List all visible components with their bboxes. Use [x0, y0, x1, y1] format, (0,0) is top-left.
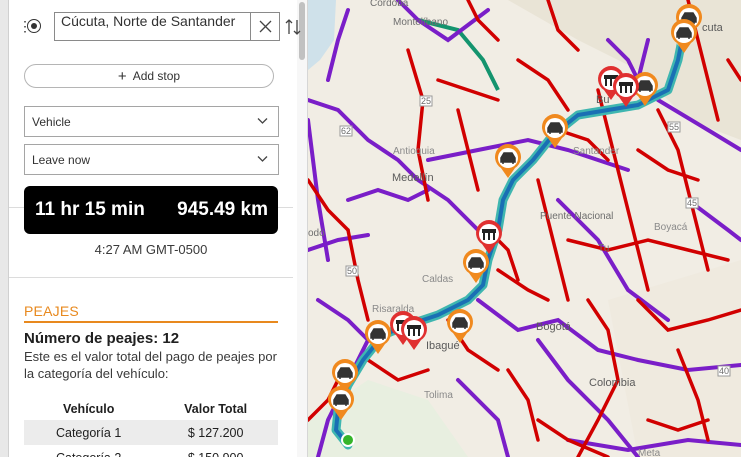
divider: [9, 277, 293, 278]
stop-input[interactable]: Cúcuta, Norte de Santander: [54, 12, 251, 41]
plus-icon: +: [117, 67, 127, 85]
table-header-row: Vehículo Valor Total: [24, 398, 278, 420]
departure-time-select[interactable]: Leave now: [24, 144, 279, 175]
tolls-table: Vehículo Valor Total Categoría 1 $ 127.2…: [24, 398, 278, 457]
clear-stop-button[interactable]: [250, 12, 280, 41]
toll-marker-layer: [328, 4, 702, 420]
stop-origin-icon: [27, 19, 41, 33]
drag-handle-icon[interactable]: ⋮: [18, 19, 32, 33]
reverse-stops-button[interactable]: [284, 17, 302, 37]
stop-row: ⋮ Cúcuta, Norte de Santander: [18, 10, 301, 42]
chevron-down-icon: [257, 156, 268, 162]
departure-select-value: Leave now: [32, 152, 91, 167]
toll-gate-marker[interactable]: [613, 73, 639, 107]
toll-car-marker[interactable]: [671, 19, 697, 53]
route-summary: 11 hr 15 min 945.49 km: [24, 186, 278, 234]
table-cell: Categoría 2: [24, 445, 153, 457]
toll-car-marker[interactable]: [365, 320, 391, 354]
table-row: Categoría 1 $ 127.200: [24, 420, 278, 445]
table-row: Categoría 2 $ 150.900: [24, 445, 278, 457]
map-view[interactable]: Montelíbano Antioquia Medellín Santander…: [308, 0, 741, 457]
vehicle-select[interactable]: Vehicle: [24, 106, 279, 137]
route-distance: 945.49 km: [177, 199, 268, 220]
toll-car-marker[interactable]: [542, 114, 568, 148]
close-icon: [259, 20, 271, 33]
toll-car-marker[interactable]: [328, 386, 354, 420]
add-stop-label: Add stop: [132, 69, 181, 83]
route-duration: 11 hr 15 min: [35, 199, 145, 220]
swap-arrows-icon: [285, 19, 301, 35]
toll-gate-marker[interactable]: [476, 220, 502, 254]
column-header-vehicle: Vehículo: [62, 402, 115, 416]
toll-car-marker[interactable]: [495, 144, 521, 178]
chevron-down-icon: [257, 118, 268, 124]
panel-edge: [0, 0, 9, 457]
panel-scrollbar-track[interactable]: [297, 0, 307, 457]
tolls-description: Este es el valor total del pago de peaje…: [24, 349, 277, 381]
vehicle-select-value: Vehicle: [32, 114, 71, 129]
section-underline: [24, 321, 278, 323]
add-stop-button[interactable]: + Add stop: [24, 64, 274, 88]
toll-gate-marker[interactable]: [401, 316, 427, 350]
table-cell: $ 127.200: [153, 420, 278, 445]
arrival-time: 4:27 AM GMT-0500: [94, 242, 208, 257]
tolls-section-title: PEAJES: [24, 303, 79, 319]
directions-panel: ⋮ Cúcuta, Norte de Santander + Add stop …: [0, 0, 308, 457]
table-cell: $ 150.900: [153, 445, 278, 457]
tolls-count: Número de peajes: 12: [24, 330, 180, 347]
column-header-total: Valor Total: [184, 402, 248, 416]
table-cell: Categoría 1: [24, 420, 154, 445]
toll-car-marker[interactable]: [447, 309, 473, 343]
toll-car-marker[interactable]: [463, 249, 489, 283]
